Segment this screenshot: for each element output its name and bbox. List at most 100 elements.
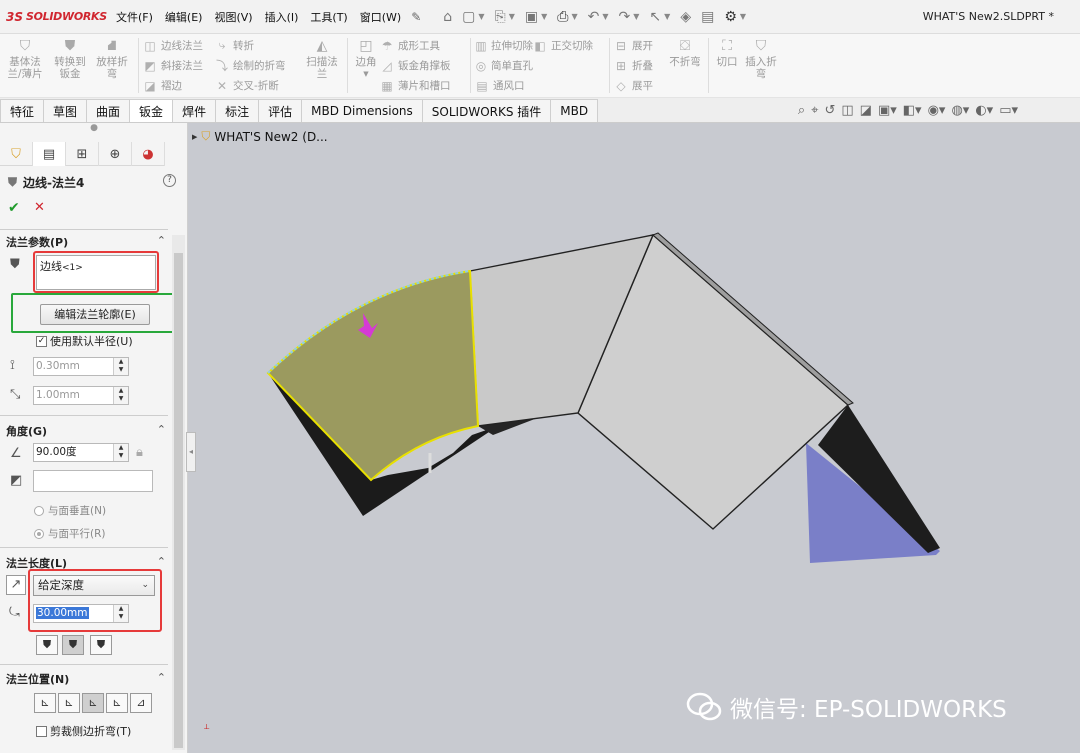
new-document-icon[interactable]: ▢: [462, 9, 475, 25]
reverse-direction-icon[interactable]: ↗: [6, 575, 26, 595]
display-style-icon[interactable]: ◧▾: [903, 103, 922, 118]
tab-weldments[interactable]: 焊件: [172, 99, 217, 122]
edge-flange-button[interactable]: ◫ 边线法兰: [143, 37, 215, 54]
gap-distance-input[interactable]: 1.00mm ▲ ▼: [33, 386, 129, 405]
chevron-down-icon[interactable]: ▼: [633, 12, 639, 21]
solidworks-logo[interactable]: 3S SOLIDWORKS: [0, 10, 110, 24]
spin-arrows-icon[interactable]: ▲ ▼: [113, 444, 128, 461]
convert-to-sheetmetal-button[interactable]: ⛊ 转换到 钣金: [50, 34, 90, 97]
chevron-down-icon[interactable]: ▼: [509, 12, 515, 21]
insert-bends-button[interactable]: ⛉ 插入折 弯: [741, 34, 781, 97]
rip-button[interactable]: ⛶ 切口: [713, 34, 741, 97]
vent-button[interactable]: ▤ 通风口: [475, 77, 533, 94]
edit-flange-profile-button[interactable]: 编辑法兰轮廓(E): [40, 304, 150, 325]
trim-side-bends-checkbox[interactable]: 剪裁侧边折弯(T): [36, 723, 131, 739]
menu-window[interactable]: 窗口(W): [354, 9, 407, 25]
appearance-icon[interactable]: ◍▾: [951, 103, 969, 118]
hide-show-icon[interactable]: ◉▾: [928, 103, 946, 118]
zoom-area-icon[interactable]: ⌖: [811, 103, 818, 118]
flatten-button[interactable]: ◇ 展平: [614, 77, 666, 94]
extruded-cut-button[interactable]: ▥ 拉伸切除: [475, 37, 533, 54]
chevron-down-icon[interactable]: ▼: [664, 12, 670, 21]
outer-virtual-sharp-button[interactable]: ⛊: [36, 635, 58, 655]
cross-break-button[interactable]: ✕ 交叉-折断: [215, 77, 301, 94]
pin-menu-icon[interactable]: ✎: [411, 10, 421, 24]
home-icon[interactable]: ⌂: [443, 9, 452, 25]
redo-icon[interactable]: ↷: [619, 9, 631, 25]
undo-icon[interactable]: ↶: [588, 9, 600, 25]
chevron-down-icon[interactable]: ▼: [571, 12, 577, 21]
menu-view[interactable]: 视图(V): [208, 9, 258, 25]
dimxpert-icon[interactable]: ⊕: [99, 142, 132, 166]
swept-flange-button[interactable]: ◭ 扫描法 兰: [301, 34, 343, 97]
tab-surfaces[interactable]: 曲面: [86, 99, 131, 122]
chevron-up-icon[interactable]: ⌃: [157, 671, 166, 687]
tab-solidworks-addins[interactable]: SOLIDWORKS 插件: [421, 99, 552, 122]
base-flange-button[interactable]: ⛉ 基体法 兰/薄片: [0, 34, 50, 97]
corners-dropdown-icon[interactable]: ▼: [363, 68, 368, 80]
checkbox-icon[interactable]: ✓: [36, 335, 47, 347]
forming-tool-button[interactable]: ☂ 成形工具: [380, 37, 466, 54]
section-view-icon[interactable]: ◫: [841, 103, 853, 118]
property-manager-icon[interactable]: ▤: [33, 142, 66, 166]
spin-arrows-icon[interactable]: ▲ ▼: [113, 358, 128, 375]
material-inside-button[interactable]: ⊾: [34, 693, 56, 713]
radio-icon[interactable]: [34, 528, 44, 539]
tab-sketch[interactable]: 草图: [43, 99, 88, 122]
miter-flange-button[interactable]: ◩ 斜接法兰: [143, 57, 215, 74]
normal-cut-button[interactable]: ◧ 正交切除: [533, 37, 605, 54]
no-bends-button[interactable]: ⛋ 不折弯: [666, 34, 704, 97]
cancel-close-icon[interactable]: ✕: [34, 200, 45, 215]
radio-icon[interactable]: [34, 505, 44, 516]
virtual-sharp-position-button[interactable]: ⊾: [106, 693, 128, 713]
sketched-bend-button[interactable]: ⤵ 绘制的折弯: [215, 57, 301, 74]
hem-button[interactable]: ◪ 褶边: [143, 77, 215, 94]
rebuild-icon[interactable]: ◈: [680, 9, 691, 25]
options-gear-icon[interactable]: ⚙: [724, 9, 737, 25]
property-manager-scrollbar[interactable]: [172, 235, 185, 750]
panel-grip[interactable]: ●: [0, 123, 188, 140]
section-flange-params[interactable]: 法兰参数(P) ⌃: [6, 234, 166, 250]
tab-markup[interactable]: 标注: [215, 99, 260, 122]
view-settings-icon[interactable]: ▭▾: [999, 103, 1018, 118]
tab-slot-button[interactable]: ▦ 薄片和槽口: [380, 77, 466, 94]
print-icon[interactable]: ⎙: [557, 9, 568, 25]
feature-tree-flyout[interactable]: ▶ ⛉ WHAT'S New2 (D...: [192, 129, 328, 144]
selected-face[interactable]: [266, 269, 480, 482]
tab-mbd-dimensions[interactable]: MBD Dimensions: [301, 99, 423, 122]
dynamic-annotation-icon[interactable]: ◪: [860, 103, 872, 118]
tab-evaluate[interactable]: 评估: [258, 99, 303, 122]
inner-virtual-sharp-button[interactable]: ⛊: [62, 635, 84, 655]
chevron-up-icon[interactable]: ⌃: [157, 423, 166, 439]
simple-hole-button[interactable]: ◎ 简单直孔: [475, 57, 533, 74]
panel-collapse-handle[interactable]: ◂: [186, 432, 196, 472]
select-icon[interactable]: ↖: [649, 9, 661, 25]
perpendicular-radio[interactable]: 与面垂直(N): [34, 503, 106, 518]
bend-outside-button[interactable]: ⊾: [82, 693, 104, 713]
tangent-position-button[interactable]: ⊿: [130, 693, 152, 713]
menu-tools[interactable]: 工具(T): [304, 9, 353, 25]
chevron-down-icon[interactable]: ▼: [740, 12, 746, 21]
parallel-radio[interactable]: 与面平行(R): [34, 526, 106, 541]
tab-mbd[interactable]: MBD: [550, 99, 599, 122]
file-properties-icon[interactable]: ▤: [701, 9, 714, 25]
tangent-bend-button[interactable]: ⛊: [90, 635, 112, 655]
menu-file[interactable]: 文件(F): [110, 9, 159, 25]
sheet-metal-model[interactable]: [188, 123, 1080, 753]
jog-button[interactable]: ⤷ 转折: [215, 37, 301, 54]
lofted-bend-button[interactable]: ⛘ 放样折 弯: [90, 34, 134, 97]
feature-manager-icon[interactable]: ⛉: [0, 142, 33, 166]
previous-view-icon[interactable]: ↺: [824, 103, 835, 118]
bend-radius-input[interactable]: 0.30mm ▲ ▼: [33, 357, 129, 376]
open-icon[interactable]: ⎘: [495, 9, 506, 25]
zoom-to-fit-icon[interactable]: ⌕: [798, 103, 805, 118]
fold-button[interactable]: ⊞ 折叠: [614, 57, 666, 74]
unfold-button[interactable]: ⊟ 展开: [614, 37, 666, 54]
chevron-down-icon[interactable]: ▼: [602, 12, 608, 21]
chevron-down-icon[interactable]: ▼: [478, 12, 484, 21]
ok-check-icon[interactable]: ✔: [8, 200, 20, 216]
tab-features[interactable]: 特征: [0, 99, 45, 122]
expand-arrow-icon[interactable]: ▶: [192, 133, 197, 141]
gusset-button[interactable]: ◿ 钣金角撑板: [380, 57, 466, 74]
reference-face-box[interactable]: [33, 470, 153, 492]
